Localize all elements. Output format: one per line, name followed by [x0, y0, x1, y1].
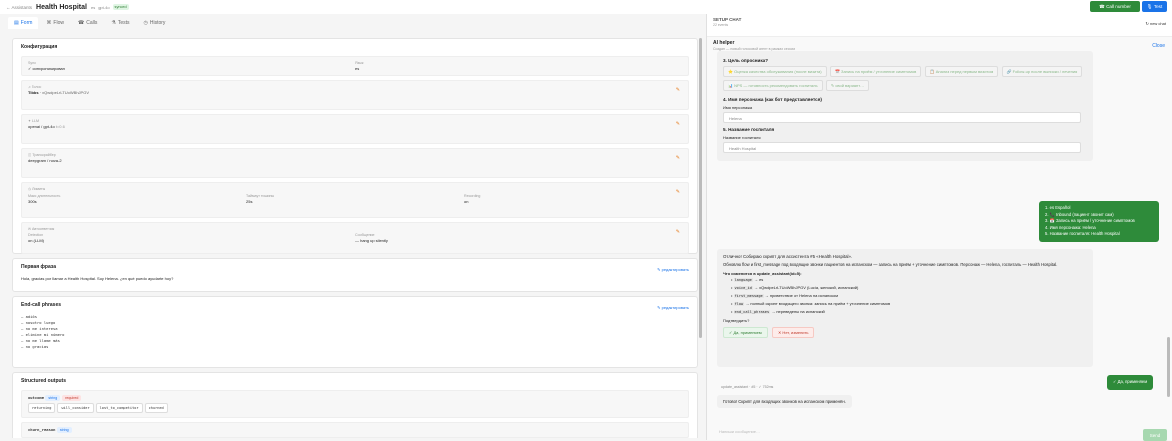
left-scrollbar[interactable] [699, 38, 702, 338]
option-button[interactable]: 📋 Анализ перед первым визитом [924, 66, 999, 77]
option-button[interactable]: 📊 NPS — готовность рекомендовать госпита… [723, 80, 823, 91]
persona-name-input[interactable]: Helena [723, 112, 1081, 123]
sync-value: ✓ синхронизирован [28, 66, 65, 71]
tool-call-line: update_assistant · #5 · ✓ 752ms [721, 385, 774, 389]
sync-row: Sync ✓ синхронизирован Язык es [21, 56, 689, 76]
voicemail-section: ✉ Автоответчик Detection on (LLM) Сообщен… [21, 222, 689, 254]
option-button[interactable]: 🔗 Follow-up после выписки / лечения [1001, 66, 1083, 77]
page-title: Health Hospital [36, 3, 87, 11]
flow-icon: ⌘ [46, 20, 52, 26]
form-icon: ▤ [14, 20, 19, 26]
first-message-text: Hola, gracias por llamar a Health Hospit… [21, 276, 174, 281]
chat-input[interactable]: Напиши сообщение… [715, 425, 1145, 439]
calls-icon: ☎ [77, 20, 85, 26]
chat-scrollbar[interactable] [1167, 337, 1170, 397]
user-message: 1. es Español 2. 📞 Inbound (пациент звони… [1039, 201, 1159, 242]
history-icon: ◷ [143, 20, 148, 26]
call-number-button[interactable]: ☎ Call number [1090, 1, 1140, 12]
voice-section: ♫ Голос Tibbs · xQwdpeLrLTUoWBhJPGV ✎ [21, 80, 689, 110]
edit-llm-icon[interactable]: ✎ [676, 121, 680, 127]
user-confirm-message: ✓ Да, применяем [1107, 375, 1154, 390]
top-bar: ← Assistants Health Hospital es gpt-4o s… [0, 0, 1172, 14]
done-message: Готово! Скрипт для входящих звонков на и… [717, 395, 852, 408]
tab-calls[interactable]: ☎ Calls [72, 17, 103, 29]
edit-limits-icon[interactable]: ✎ [676, 189, 680, 195]
status-badge: synced [112, 4, 129, 10]
form-panel: Конфигурация Sync ✓ синхронизирован Язык e… [12, 38, 698, 438]
end-call-list: — adiós — nosotro luego — no me interesa —… [21, 314, 65, 349]
close-button[interactable]: Close [1152, 43, 1165, 49]
transcriber-section: ◫ Транскрайбер deepgram / nova-2 ✎ [21, 148, 689, 178]
edit-voicemail-icon[interactable]: ✎ [676, 229, 680, 235]
llm-section: ✦ LLM openai / gpt-4o t=0.6 ✎ [21, 114, 689, 144]
confirm-no-button[interactable]: ✕ Нет, изменить [771, 327, 815, 338]
config-title: Конфигурация [21, 44, 58, 50]
new-chat-button[interactable]: ↻ new chat [1146, 21, 1166, 26]
test-button[interactable]: 🎙 Test [1142, 1, 1167, 12]
tests-icon: ⚗ [111, 20, 116, 26]
confirm-yes-button[interactable]: ✓ Да, применяем [723, 327, 768, 338]
assistant-message: Отлично! Собираю скрипт для ассистента #… [717, 249, 1093, 367]
end-call-card: End-call phrases ✎ редактировать — adiós… [12, 296, 698, 368]
ai-helper: AI helper Создан — новый голосовой агент… [707, 36, 1172, 441]
tab-tests[interactable]: ⚗ Tests [105, 17, 135, 29]
lang-chip: es [90, 4, 96, 10]
structured-outputs-card: Structured outputs outcome string require… [12, 372, 698, 438]
edit-first-message-link[interactable]: ✎ редактировать [657, 267, 689, 272]
language-value: es [355, 66, 360, 71]
limits-section: ◷ Лимиты Макс длительность 300s Таймаут т… [21, 182, 689, 218]
back-link[interactable]: ← Assistants [6, 5, 32, 10]
first-message-card: Первая фраза ✎ редактировать Hola, graci… [12, 258, 698, 292]
tab-bar: ▤ Form ⌘ Flow ☎ Calls ⚗ Tests ◷ History [8, 17, 171, 29]
edit-transcriber-icon[interactable]: ✎ [676, 155, 680, 161]
config-card: Конфигурация Sync ✓ синхронизирован Язык e… [12, 38, 698, 254]
option-button[interactable]: ⭐ Оценка качества обслуживания (после ви… [723, 66, 827, 77]
mic-icon: 🎙 [1146, 3, 1154, 9]
edit-end-call-link[interactable]: ✎ редактировать [657, 305, 689, 310]
hospital-name-input[interactable]: Health Hospital [723, 142, 1081, 153]
output-field: churn_reason string [21, 422, 689, 438]
option-button[interactable]: ✎ свой вариант… [825, 80, 870, 91]
output-field: outcome string required returning will_con… [21, 390, 689, 418]
edit-voice-icon[interactable]: ✎ [676, 87, 680, 93]
model-chip: gpt-4o [98, 4, 110, 10]
tab-history[interactable]: ◷ History [137, 17, 171, 29]
setup-chat-panel: SETUP CHAT 22 events ↻ new chat AI helpe… [706, 14, 1172, 441]
tab-flow[interactable]: ⌘ Flow [40, 17, 70, 29]
option-button[interactable]: 📅 Запись на приём / уточнение симптомов [829, 66, 922, 77]
questionnaire-message: 3. Цель опросника? ⭐ Оценка качества обс… [717, 51, 1093, 161]
tab-form[interactable]: ▤ Form [8, 17, 39, 29]
send-button[interactable]: Send [1143, 429, 1167, 441]
phone-icon: ☎ [1099, 3, 1107, 9]
